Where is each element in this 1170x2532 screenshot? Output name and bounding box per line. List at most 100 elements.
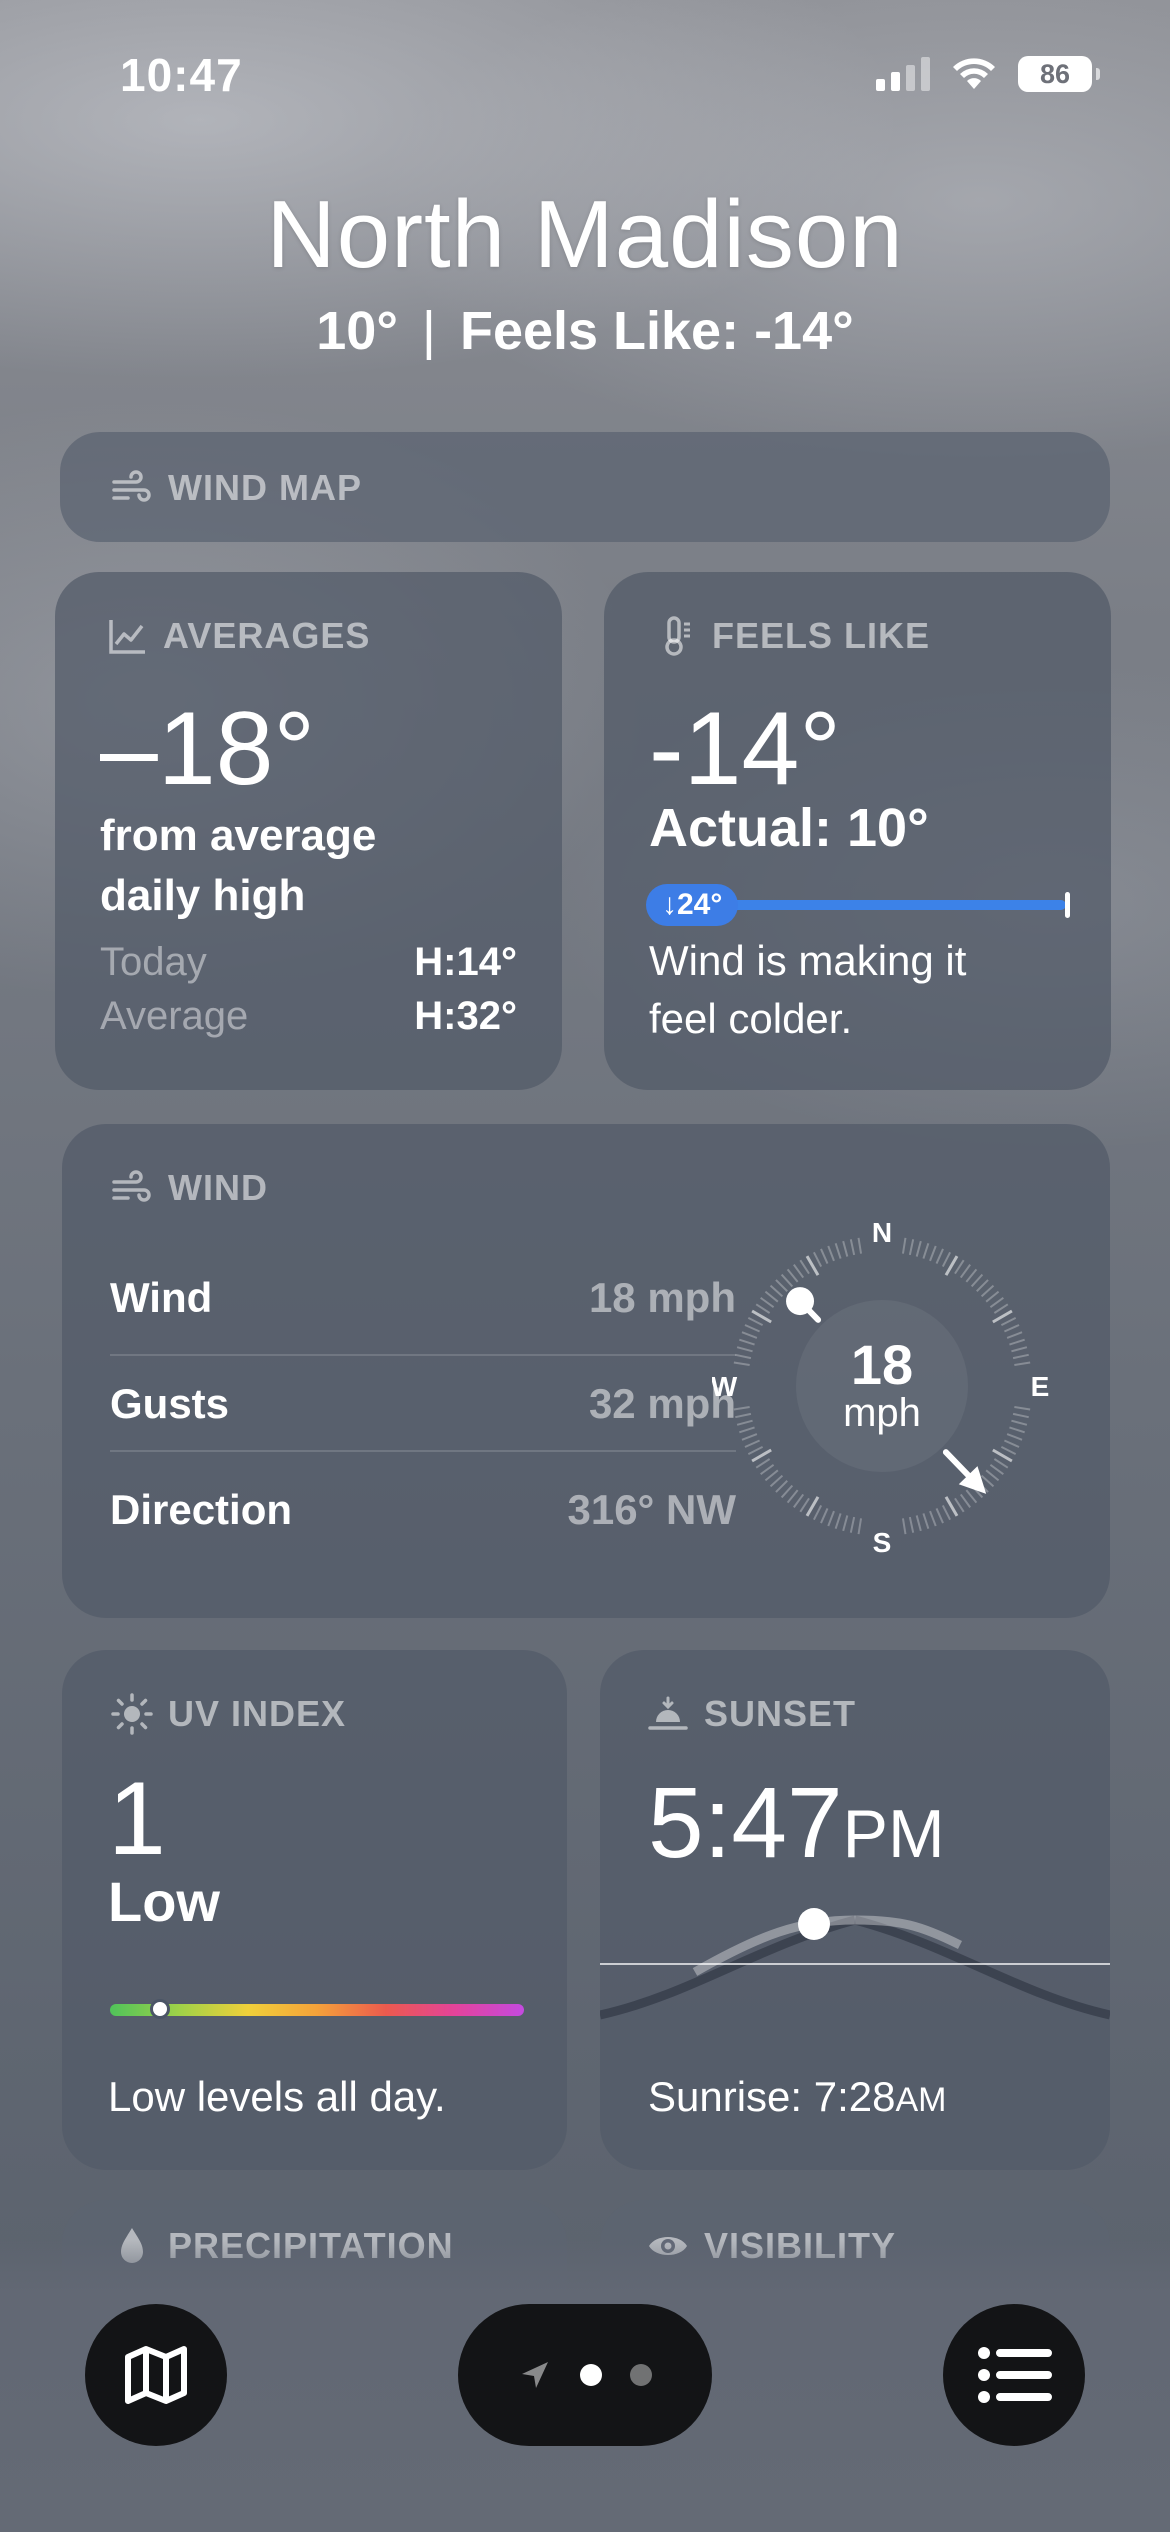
page-dot[interactable] xyxy=(630,2364,652,2386)
today-row: Today H:14° xyxy=(100,940,517,985)
sunset-title: SUNSET xyxy=(646,1692,856,1736)
feels-like-card[interactable]: FEELS LIKE -14° Actual: 10° ↓24° Wind is… xyxy=(604,572,1111,1090)
compass-n: N xyxy=(872,1217,892,1248)
location-header: North Madison 10° | Feels Like: -14° xyxy=(0,180,1170,362)
feels-like-value: -14° xyxy=(649,691,841,807)
compass-tick xyxy=(799,1497,810,1513)
compass-tick xyxy=(780,1273,794,1288)
compass-tick xyxy=(760,1463,775,1475)
compass-tick xyxy=(1009,1338,1025,1346)
feels-like-desc-1: Wind is making it xyxy=(649,937,967,984)
compass-tick xyxy=(739,1426,755,1434)
compass-tick xyxy=(744,1324,760,1333)
wind-speed-row: Wind 18 mph xyxy=(110,1274,736,1321)
chart-icon xyxy=(109,620,145,654)
compass-tick xyxy=(755,1303,771,1314)
wind-title: WIND xyxy=(110,1166,268,1210)
compass-tick xyxy=(820,1508,829,1524)
compass-tick xyxy=(849,1239,856,1256)
compass-tick xyxy=(760,1297,775,1309)
compass-tick xyxy=(764,1290,779,1303)
average-row: Average H:32° xyxy=(100,994,517,1039)
compass-tick xyxy=(901,1237,907,1254)
compass-tick xyxy=(901,1518,907,1535)
compass-tick xyxy=(857,1518,863,1535)
actual-temp-marker xyxy=(1065,892,1070,918)
location-name: North Madison xyxy=(266,181,904,288)
arrow-tail-line xyxy=(802,1303,822,1323)
compass-tick xyxy=(954,1497,965,1513)
page-dot-active[interactable] xyxy=(580,2364,602,2386)
compass-tick xyxy=(739,1338,755,1346)
compass-tick xyxy=(736,1346,753,1353)
compass-tick xyxy=(813,1504,823,1521)
direction-row: Direction 316° NW xyxy=(110,1486,736,1533)
wind-compass: N S E W 18 mph xyxy=(712,1217,1049,1556)
wind-card[interactable]: WIND Wind 18 mph Gusts 32 mph Direction … xyxy=(62,1124,1110,1618)
compass-tick xyxy=(747,1317,764,1327)
sunset-card[interactable]: SUNSET 5:47PM Sunrise: 7:28AM xyxy=(600,1650,1110,2170)
sun-position-marker xyxy=(798,1908,830,1940)
uv-scale-bar xyxy=(110,2004,524,2016)
compass-tick xyxy=(1011,1419,1028,1426)
uv-level-marker xyxy=(150,1999,170,2019)
uv-description: Low levels all day. xyxy=(108,2073,446,2120)
compass-tick xyxy=(857,1237,863,1254)
status-time: 10:47 xyxy=(120,49,243,101)
compass-tick xyxy=(989,1297,1004,1309)
diff-badge: ↓24° xyxy=(646,884,739,926)
compass-tick xyxy=(915,1515,922,1532)
compass-tick xyxy=(908,1239,915,1256)
compass-tick xyxy=(1012,1412,1029,1419)
compass-tick xyxy=(935,1248,944,1264)
map-button[interactable] xyxy=(85,2304,227,2446)
compass-tick xyxy=(842,1240,849,1257)
compass-tick xyxy=(793,1493,805,1508)
compass-speed: 18 xyxy=(851,1333,913,1396)
averages-card[interactable]: AVERAGES –18° from average daily high To… xyxy=(55,572,562,1090)
uv-value: 1 xyxy=(108,1761,166,1877)
compass-tick xyxy=(959,1264,971,1279)
compass-tick xyxy=(769,1284,784,1298)
compass-tick xyxy=(1011,1346,1028,1353)
averages-value: –18° xyxy=(100,691,316,807)
wind-map-title: WIND MAP xyxy=(110,466,362,510)
compass-tick xyxy=(1004,1324,1020,1333)
compass-tick xyxy=(827,1510,835,1527)
compass-tick xyxy=(786,1268,799,1283)
map-icon xyxy=(125,2346,187,2404)
averages-caption-1: from average xyxy=(100,811,377,860)
compass-s: S xyxy=(873,1527,892,1556)
compass-tick xyxy=(993,1303,1009,1314)
wifi-icon xyxy=(953,58,995,89)
compass-tick xyxy=(1014,1361,1031,1367)
today-value: H:14° xyxy=(414,940,517,984)
sunset-icon xyxy=(648,1696,688,1730)
list-icon xyxy=(978,2347,1052,2403)
compass-tick xyxy=(834,1513,842,1529)
location-arrow-icon[interactable] xyxy=(518,2358,552,2392)
sun-path-graph xyxy=(600,1908,1110,2020)
status-icons: 86 xyxy=(876,56,1100,92)
compass-tick xyxy=(747,1445,764,1455)
feels-like-title: FEELS LIKE xyxy=(654,614,930,658)
sunset-time: 5:47PM xyxy=(648,1767,945,1879)
compass-tick xyxy=(842,1515,849,1532)
wind-map-card[interactable]: WIND MAP xyxy=(60,432,1110,542)
compass-tick xyxy=(799,1259,810,1275)
compass-tick xyxy=(744,1439,760,1448)
locations-list-button[interactable] xyxy=(943,2304,1085,2446)
separator: | xyxy=(421,301,436,361)
compass-tick xyxy=(908,1516,915,1533)
compass-tick xyxy=(1006,1331,1023,1339)
feels-like-desc-2: feel colder. xyxy=(649,995,853,1042)
page-indicator[interactable] xyxy=(458,2304,712,2446)
compass-tick xyxy=(965,1268,978,1283)
compass-tick xyxy=(922,1513,930,1529)
wind-icon xyxy=(112,470,151,502)
compass-tick xyxy=(793,1264,805,1279)
compass-tick xyxy=(735,1412,752,1419)
averages-title: AVERAGES xyxy=(105,614,370,658)
uv-index-card[interactable]: UV INDEX 1 Low Low levels all day. xyxy=(62,1650,567,2170)
compass-tick xyxy=(813,1251,823,1268)
